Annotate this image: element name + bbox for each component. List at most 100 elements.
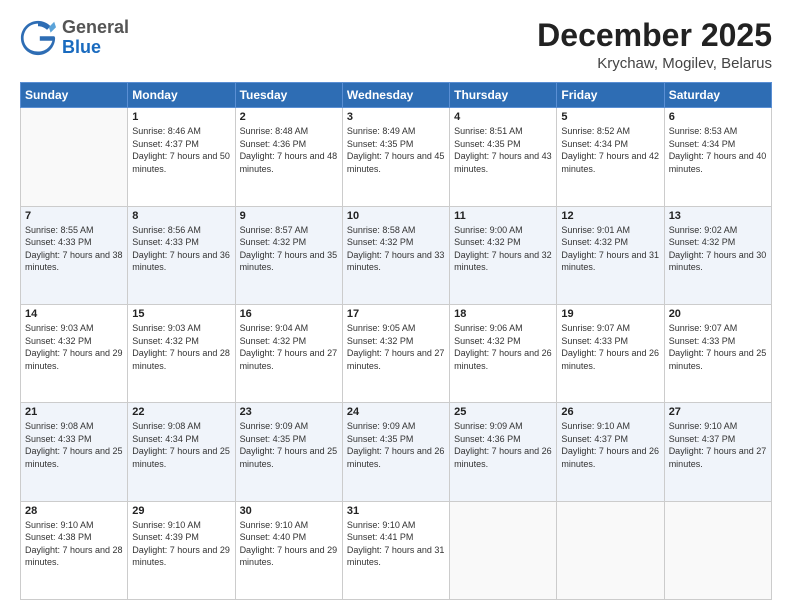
calendar-cell: 20Sunrise: 9:07 AMSunset: 4:33 PMDayligh… [664,304,771,402]
day-info: Sunrise: 9:10 AMSunset: 4:37 PMDaylight:… [669,420,767,470]
calendar-cell: 24Sunrise: 9:09 AMSunset: 4:35 PMDayligh… [342,403,449,501]
day-number: 16 [240,308,338,320]
calendar-cell: 19 Sunrise: 9:07 AMSunset: 4:33 PMDayligh… [557,304,664,402]
day-number: 22 [132,406,230,418]
day-number: 27 [669,406,767,418]
calendar-cell: 9 Sunrise: 8:57 AMSunset: 4:32 PMDaylight… [235,206,342,304]
calendar-cell: 6Sunrise: 8:53 AMSunset: 4:34 PMDaylight… [664,108,771,206]
day-info: Sunrise: 8:53 AMSunset: 4:34 PMDaylight:… [669,125,767,175]
calendar-week-2: 7 Sunrise: 8:55 AMSunset: 4:33 PMDaylight… [21,206,772,304]
col-header-monday: Monday [128,83,235,108]
calendar-cell: 3 Sunrise: 8:49 AMSunset: 4:35 PMDaylight… [342,108,449,206]
day-number: 1 [132,111,230,123]
col-header-thursday: Thursday [450,83,557,108]
calendar-cell: 10 Sunrise: 8:58 AMSunset: 4:32 PMDayligh… [342,206,449,304]
calendar-cell: 29Sunrise: 9:10 AMSunset: 4:39 PMDayligh… [128,501,235,599]
calendar-cell: 21 Sunrise: 9:08 AMSunset: 4:33 PMDayligh… [21,403,128,501]
day-info: Sunrise: 9:05 AMSunset: 4:32 PMDaylight:… [347,322,445,372]
day-number: 7 [25,210,123,222]
day-info: Sunrise: 9:06 AMSunset: 4:32 PMDaylight:… [454,322,552,372]
calendar-cell: 4 Sunrise: 8:51 AMSunset: 4:35 PMDaylight… [450,108,557,206]
day-info: Sunrise: 8:51 AMSunset: 4:35 PMDaylight:… [454,125,552,175]
day-number: 11 [454,210,552,222]
day-info: Sunrise: 9:09 AMSunset: 4:35 PMDaylight:… [347,420,445,470]
day-number: 25 [454,406,552,418]
calendar-cell [21,108,128,206]
day-number: 13 [669,210,767,222]
day-info: Sunrise: 8:49 AMSunset: 4:35 PMDaylight:… [347,125,445,175]
month-title: December 2025 [537,18,772,53]
col-header-wednesday: Wednesday [342,83,449,108]
day-info: Sunrise: 9:10 AMSunset: 4:38 PMDaylight:… [25,519,123,569]
calendar-cell: 12 Sunrise: 9:01 AMSunset: 4:32 PMDayligh… [557,206,664,304]
calendar-table: SundayMondayTuesdayWednesdayThursdayFrid… [20,82,772,600]
day-number: 9 [240,210,338,222]
day-number: 17 [347,308,445,320]
calendar-cell [450,501,557,599]
day-info: Sunrise: 8:48 AMSunset: 4:36 PMDaylight:… [240,125,338,175]
logo-blue: Blue [62,37,101,57]
calendar-cell: 16Sunrise: 9:04 AMSunset: 4:32 PMDayligh… [235,304,342,402]
calendar-cell: 28 Sunrise: 9:10 AMSunset: 4:38 PMDayligh… [21,501,128,599]
col-header-saturday: Saturday [664,83,771,108]
calendar-cell: 17 Sunrise: 9:05 AMSunset: 4:32 PMDayligh… [342,304,449,402]
day-number: 28 [25,505,123,517]
location: Krychaw, Mogilev, Belarus [537,55,772,72]
header: General Blue December 2025 Krychaw, Mogi… [20,18,772,72]
day-info: Sunrise: 9:10 AMSunset: 4:37 PMDaylight:… [561,420,659,470]
calendar-cell [664,501,771,599]
day-number: 14 [25,308,123,320]
day-info: Sunrise: 9:01 AMSunset: 4:32 PMDaylight:… [561,224,659,274]
day-info: Sunrise: 9:10 AMSunset: 4:41 PMDaylight:… [347,519,445,569]
day-number: 3 [347,111,445,123]
day-info: Sunrise: 9:09 AMSunset: 4:35 PMDaylight:… [240,420,338,470]
day-number: 5 [561,111,659,123]
calendar-cell: 13 Sunrise: 9:02 AMSunset: 4:32 PMDayligh… [664,206,771,304]
day-number: 20 [669,308,767,320]
calendar-cell [557,501,664,599]
calendar-header-row: SundayMondayTuesdayWednesdayThursdayFrid… [21,83,772,108]
calendar-week-5: 28 Sunrise: 9:10 AMSunset: 4:38 PMDayligh… [21,501,772,599]
day-info: Sunrise: 9:03 AMSunset: 4:32 PMDaylight:… [25,322,123,372]
day-info: Sunrise: 8:52 AMSunset: 4:34 PMDaylight:… [561,125,659,175]
calendar-cell: 5 Sunrise: 8:52 AMSunset: 4:34 PMDaylight… [557,108,664,206]
day-info: Sunrise: 9:08 AMSunset: 4:33 PMDaylight:… [25,420,123,470]
day-info: Sunrise: 8:55 AMSunset: 4:33 PMDaylight:… [25,224,123,274]
day-info: Sunrise: 9:00 AMSunset: 4:32 PMDaylight:… [454,224,552,274]
day-info: Sunrise: 8:58 AMSunset: 4:32 PMDaylight:… [347,224,445,274]
day-number: 23 [240,406,338,418]
calendar-week-3: 14 Sunrise: 9:03 AMSunset: 4:32 PMDayligh… [21,304,772,402]
day-info: Sunrise: 9:02 AMSunset: 4:32 PMDaylight:… [669,224,767,274]
day-info: Sunrise: 9:10 AMSunset: 4:40 PMDaylight:… [240,519,338,569]
calendar-cell: 1Sunrise: 8:46 AMSunset: 4:37 PMDaylight… [128,108,235,206]
calendar-cell: 18 Sunrise: 9:06 AMSunset: 4:32 PMDayligh… [450,304,557,402]
calendar-cell: 2Sunrise: 8:48 AMSunset: 4:36 PMDaylight… [235,108,342,206]
day-number: 30 [240,505,338,517]
col-header-tuesday: Tuesday [235,83,342,108]
day-number: 18 [454,308,552,320]
day-info: Sunrise: 9:07 AMSunset: 4:33 PMDaylight:… [561,322,659,372]
logo-icon [20,20,56,56]
page: General Blue December 2025 Krychaw, Mogi… [0,0,792,612]
calendar-week-4: 21 Sunrise: 9:08 AMSunset: 4:33 PMDayligh… [21,403,772,501]
day-number: 12 [561,210,659,222]
logo-text: General Blue [62,18,129,58]
calendar-week-1: 1Sunrise: 8:46 AMSunset: 4:37 PMDaylight… [21,108,772,206]
calendar-cell: 31 Sunrise: 9:10 AMSunset: 4:41 PMDayligh… [342,501,449,599]
day-info: Sunrise: 8:57 AMSunset: 4:32 PMDaylight:… [240,224,338,274]
day-number: 15 [132,308,230,320]
day-number: 21 [25,406,123,418]
day-number: 19 [561,308,659,320]
calendar-cell: 27 Sunrise: 9:10 AMSunset: 4:37 PMDayligh… [664,403,771,501]
day-number: 29 [132,505,230,517]
logo: General Blue [20,18,129,58]
day-number: 10 [347,210,445,222]
day-number: 4 [454,111,552,123]
title-block: December 2025 Krychaw, Mogilev, Belarus [537,18,772,72]
day-info: Sunrise: 8:56 AMSunset: 4:33 PMDaylight:… [132,224,230,274]
day-number: 31 [347,505,445,517]
calendar-cell: 14 Sunrise: 9:03 AMSunset: 4:32 PMDayligh… [21,304,128,402]
day-info: Sunrise: 9:08 AMSunset: 4:34 PMDaylight:… [132,420,230,470]
col-header-friday: Friday [557,83,664,108]
calendar-cell: 15Sunrise: 9:03 AMSunset: 4:32 PMDayligh… [128,304,235,402]
